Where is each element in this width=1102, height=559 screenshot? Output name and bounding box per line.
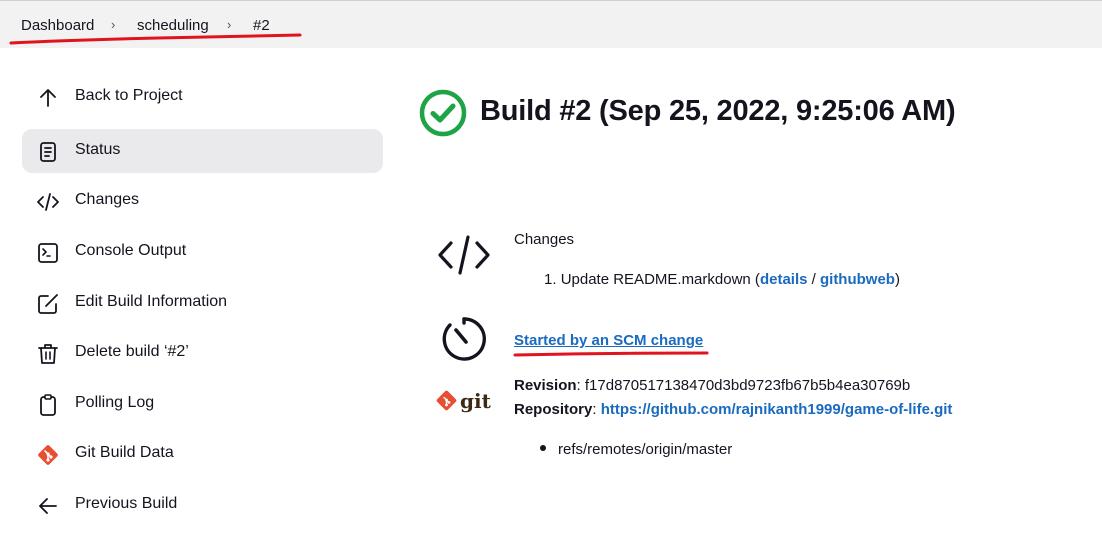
repository-link[interactable]: https://github.com/rajnikanth1999/game-o… <box>601 401 953 418</box>
terminal-icon <box>38 243 58 263</box>
repository-line: Repository: https://github.com/rajnikant… <box>514 401 953 418</box>
list-item: refs/remotes/origin/master <box>540 441 732 458</box>
sidebar-item-edit-build-information[interactable]: Edit Build Information <box>22 281 383 325</box>
bullet <box>540 445 546 452</box>
repository-label: Repository <box>514 401 593 418</box>
annotation-underline-breadcrumb <box>9 33 302 45</box>
git-logo-text: git <box>460 389 492 413</box>
edit-icon <box>38 294 58 314</box>
started-by-scm-change-link[interactable]: Started by an SCM change <box>514 332 703 349</box>
code-icon <box>438 235 490 275</box>
sidebar-item-delete-build[interactable]: Delete build ‘#2’ <box>22 331 383 375</box>
arrow-left-icon <box>39 498 57 514</box>
revision-line: Revision: f17d870517138470d3bd9723fb67b5… <box>514 377 911 394</box>
sidebar-item-label: Changes <box>75 191 140 208</box>
clipboard-icon <box>40 394 56 416</box>
trash-icon <box>38 344 58 364</box>
sidebar-item-polling-log[interactable]: Polling Log <box>22 382 383 426</box>
details-link[interactable]: details <box>760 271 808 288</box>
page-title: Build #2 (Sep 25, 2022, 9:25:06 AM) <box>480 95 956 127</box>
revision-value: f17d870517138470d3bd9723fb67b5b4ea30769b <box>584 377 911 394</box>
arrow-up-icon <box>40 89 56 107</box>
sidebar-item-label: Edit Build Information <box>75 293 228 310</box>
sidebar-item-label: Delete build ‘#2’ <box>75 343 189 360</box>
timer-icon <box>442 317 486 361</box>
check-circle-icon <box>419 89 467 137</box>
change-item-number: 1. <box>544 271 557 288</box>
code-icon <box>37 193 59 211</box>
sidebar-item-label: Console Output <box>75 242 187 259</box>
ref-name: refs/remotes/origin/master <box>558 441 733 458</box>
sidebar-item-label: Git Build Data <box>75 444 174 461</box>
document-icon <box>40 142 56 162</box>
sidebar-item-changes[interactable]: Changes <box>22 179 383 223</box>
change-item-text: Update README.markdown <box>560 271 751 288</box>
changes-heading: Changes <box>514 231 575 248</box>
sidebar-item-label: Previous Build <box>75 495 178 512</box>
list-item: 1. Update README.markdown (details / git… <box>544 271 900 288</box>
sidebar-item-back-to-project[interactable]: Back to Project <box>22 75 383 119</box>
sidebar-item-label: Back to Project <box>75 87 183 104</box>
sidebar-item-label: Polling Log <box>75 394 155 411</box>
githubweb-link[interactable]: githubweb <box>820 271 895 288</box>
git-logo-icon: git <box>436 389 492 413</box>
sidebar-item-previous-build[interactable]: Previous Build <box>22 483 383 527</box>
revision-label: Revision <box>514 377 577 394</box>
sidebar-item-console-output[interactable]: Console Output <box>22 230 383 274</box>
sidebar-item-status[interactable]: Status <box>22 129 383 173</box>
git-icon <box>38 445 58 465</box>
sidebar-item-label: Status <box>75 141 121 158</box>
sidebar-item-git-build-data[interactable]: Git Build Data <box>22 432 383 476</box>
annotation-underline-scm <box>513 351 709 357</box>
